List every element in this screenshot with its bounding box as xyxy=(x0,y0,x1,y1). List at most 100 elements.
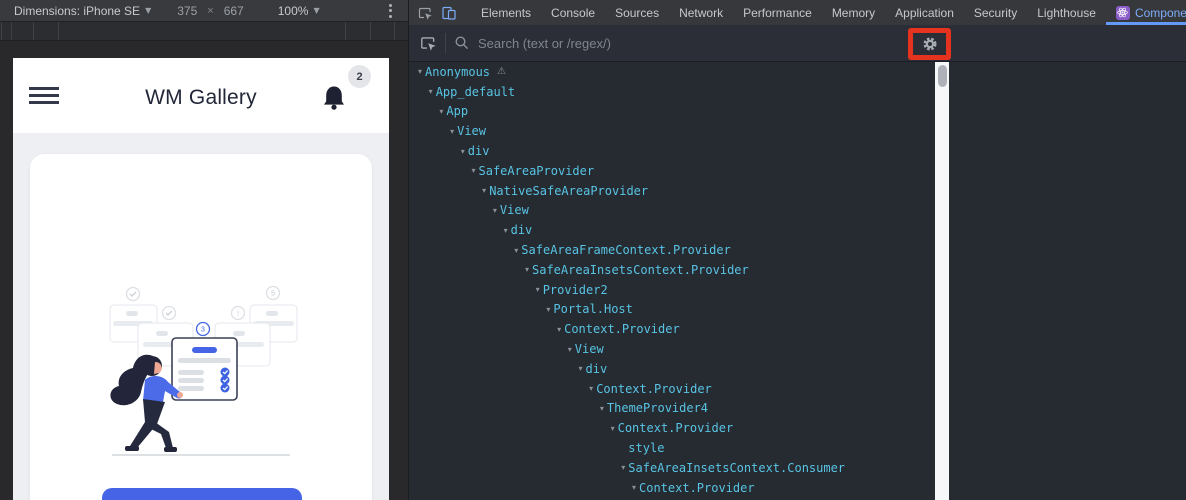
device-dropdown[interactable]: Dimensions: iPhone SE xyxy=(14,4,140,18)
tree-row-safeareaprovider[interactable]: ▾ SafeAreaProvider xyxy=(409,161,935,181)
search-input[interactable] xyxy=(478,35,778,51)
expand-arrow-icon[interactable]: ▾ xyxy=(436,107,446,116)
warning-icon: ⚠ xyxy=(497,66,506,78)
expand-arrow-icon[interactable]: ▾ xyxy=(490,206,500,215)
expand-arrow-icon[interactable]: ▾ xyxy=(543,305,553,314)
component-name: View xyxy=(574,342,604,357)
tree-row-provider2[interactable]: ▾ Provider2 xyxy=(409,280,935,300)
expand-arrow-icon[interactable]: ▾ xyxy=(608,424,618,433)
expand-arrow-icon[interactable]: ▾ xyxy=(533,285,543,294)
inspect-element-icon[interactable] xyxy=(417,5,433,21)
tree-row-nativesafeareaprovider[interactable]: ▾ NativeSafeAreaProvider xyxy=(409,181,935,201)
app-header: WM Gallery 2 xyxy=(13,58,389,133)
component-name: style xyxy=(628,441,665,456)
expand-arrow-icon[interactable]: ▾ xyxy=(426,87,436,96)
component-name: App xyxy=(446,104,469,119)
tree-row-themeprovider4[interactable]: ▾ ThemeProvider4 xyxy=(409,399,935,419)
component-name: SafeAreaProvider xyxy=(478,163,595,178)
component-name: Context.Provider xyxy=(639,480,755,495)
scrollbar-thumb[interactable] xyxy=(937,65,947,87)
tree-row-context.provider[interactable]: ▾ Context.Provider xyxy=(409,379,935,399)
component-name: ThemeProvider4 xyxy=(606,401,709,416)
chevron-down-icon[interactable]: ▼ xyxy=(313,6,319,15)
tab-components[interactable]: Components xyxy=(1105,0,1186,25)
mobile-viewport: WM Gallery 2 3 ! 5 xyxy=(13,58,389,500)
component-name: Portal.Host xyxy=(553,302,633,317)
tree-row-view[interactable]: ▾ View xyxy=(409,121,935,141)
tree-row-safeareainsetscontext.consumer[interactable]: ▾ SafeAreaInsetsContext.Consumer xyxy=(409,458,935,478)
expand-arrow-icon[interactable]: ▾ xyxy=(565,345,575,354)
expand-arrow-icon[interactable]: ▾ xyxy=(522,265,532,274)
tab-memory[interactable]: Memory xyxy=(822,0,885,25)
toolbar-divider xyxy=(445,33,446,53)
dimension-multiply-sign: × xyxy=(207,4,214,17)
component-name: SafeAreaInsetsContext.Provider xyxy=(532,262,749,277)
expand-arrow-icon[interactable]: ▾ xyxy=(511,246,521,255)
tree-row-context.provider[interactable]: ▾ Context.Provider xyxy=(409,478,935,498)
props-inspector-pane xyxy=(949,62,1186,500)
expand-arrow-icon[interactable]: ▾ xyxy=(586,384,596,393)
component-name: Provider2 xyxy=(542,282,608,297)
tab-application[interactable]: Application xyxy=(885,0,964,25)
component-tree: ▾ Anonymous ⚠ ▾ App_default ▾ App ▾ View ▾ div ▾ Saf… xyxy=(409,62,935,500)
chevron-down-icon[interactable]: ▼ xyxy=(145,6,151,15)
expand-arrow-icon[interactable]: ▾ xyxy=(415,67,425,76)
devtools-tabbar: Elements Console Sources Network Performance… xyxy=(409,0,1186,25)
devtools-panel: Elements Console Sources Network Performance… xyxy=(408,0,1186,500)
tree-row-context.provider[interactable]: ▾ Context.Provider xyxy=(409,319,935,339)
component-name: div xyxy=(510,223,533,238)
empty-state-illustration: 3 ! 5 xyxy=(109,285,298,456)
tree-row-portal.host[interactable]: ▾ Portal.Host xyxy=(409,300,935,320)
tab-security[interactable]: Security xyxy=(964,0,1027,25)
tab-console[interactable]: Console xyxy=(541,0,605,25)
more-options-icon[interactable] xyxy=(386,1,395,21)
tree-row-div[interactable]: ▾ div xyxy=(409,359,935,379)
expand-arrow-icon[interactable]: ▾ xyxy=(597,404,607,413)
tree-row-safeareainsetscontext.provider[interactable]: ▾ SafeAreaInsetsContext.Provider xyxy=(409,260,935,280)
app-body: 3 ! 5 xyxy=(13,133,389,500)
expand-arrow-icon[interactable]: ▾ xyxy=(618,463,628,472)
expand-arrow-icon[interactable]: ▾ xyxy=(479,186,489,195)
viewport-height-field[interactable]: 667 xyxy=(224,4,244,18)
tree-row-view[interactable]: ▾ View xyxy=(409,201,935,221)
tab-lighthouse[interactable]: Lighthouse xyxy=(1027,0,1106,25)
component-name: div xyxy=(467,144,490,159)
device-toolbar-toggle-icon[interactable] xyxy=(441,5,457,21)
expand-arrow-icon[interactable]: ▾ xyxy=(447,127,457,136)
tree-row-view[interactable]: ▾ View xyxy=(409,339,935,359)
tree-row-div[interactable]: ▾ div xyxy=(409,220,935,240)
empty-state-card: 3 ! 5 xyxy=(30,154,372,500)
annotation-highlight-box xyxy=(908,28,951,60)
expand-arrow-icon[interactable]: ▾ xyxy=(469,166,479,175)
tab-performance[interactable]: Performance xyxy=(733,0,822,25)
tree-row-anonymous[interactable]: ▾ Anonymous ⚠ xyxy=(409,62,935,82)
tree-scrollbar[interactable] xyxy=(935,62,949,500)
components-panel-toolbar xyxy=(409,25,1186,62)
primary-cta-button[interactable] xyxy=(102,488,302,500)
tab-sources[interactable]: Sources xyxy=(605,0,669,25)
tree-row-app_default[interactable]: ▾ App_default xyxy=(409,82,935,102)
component-name: View xyxy=(499,203,529,218)
expand-arrow-icon[interactable]: ▾ xyxy=(501,226,511,235)
notification-bell-icon[interactable] xyxy=(321,84,347,112)
tree-row-style[interactable]: ▾style xyxy=(409,438,935,458)
search-icon xyxy=(455,36,469,50)
tab-network[interactable]: Network xyxy=(669,0,733,25)
component-name: App_default xyxy=(435,84,516,99)
tree-row-context.provider[interactable]: ▾ Context.Provider xyxy=(409,418,935,438)
expand-arrow-icon[interactable]: ▾ xyxy=(576,364,586,373)
tree-row-app[interactable]: ▾ App xyxy=(409,102,935,122)
tree-row-div[interactable]: ▾ div xyxy=(409,141,935,161)
component-name: SafeAreaFrameContext.Provider xyxy=(521,243,731,258)
settings-gear-icon[interactable] xyxy=(922,36,938,52)
component-name: SafeAreaInsetsContext.Consumer xyxy=(628,460,846,475)
expand-arrow-icon[interactable]: ▾ xyxy=(629,483,639,492)
component-name: Context.Provider xyxy=(564,322,680,337)
tree-row-safeareaframecontext.provider[interactable]: ▾ SafeAreaFrameContext.Provider xyxy=(409,240,935,260)
viewport-width-field[interactable]: 375 xyxy=(177,4,197,18)
expand-arrow-icon[interactable]: ▾ xyxy=(458,147,468,156)
inspect-component-icon[interactable] xyxy=(419,34,437,52)
expand-arrow-icon[interactable]: ▾ xyxy=(554,325,564,334)
tab-elements[interactable]: Elements xyxy=(471,0,541,25)
zoom-dropdown[interactable]: 100% xyxy=(278,4,309,18)
